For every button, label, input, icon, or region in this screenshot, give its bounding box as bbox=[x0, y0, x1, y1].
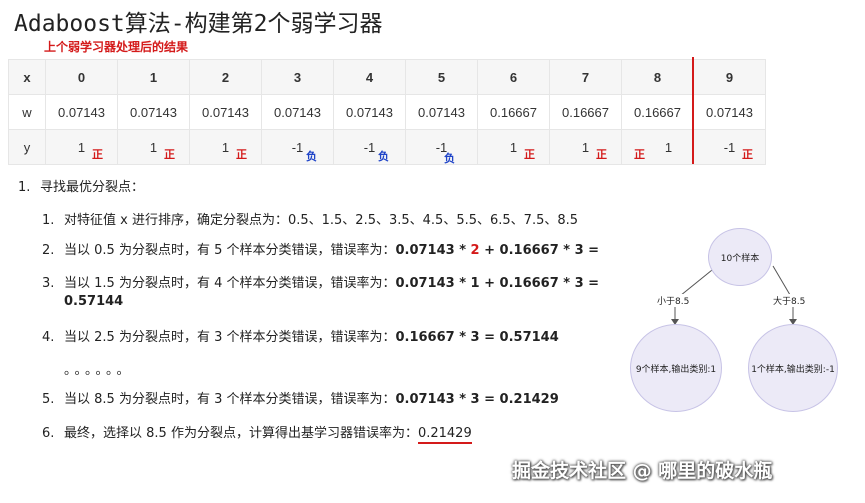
negative-tag: 负 bbox=[378, 151, 389, 163]
list-text: 最终，选择以 8.5 作为分裂点，计算得出基学习器错误率为： bbox=[64, 426, 418, 441]
negative-tag: 负 bbox=[444, 153, 455, 165]
positive-tag: 正 bbox=[236, 149, 247, 161]
formula: + 0.16667 * 3 = bbox=[479, 243, 600, 258]
cell-y: -1 负 bbox=[261, 129, 334, 165]
right-leaf-node: 1个样本,输出类别:-1 bbox=[748, 324, 838, 412]
y-value: -1 bbox=[723, 139, 736, 155]
formula: 0.57144 bbox=[64, 294, 124, 309]
list-number: 1. bbox=[42, 213, 55, 228]
list-number: 4. bbox=[42, 330, 55, 345]
cell-y: 1正 bbox=[117, 129, 190, 165]
table-row-y: y 1正 1正 1正 -1 负 -1 负 -1 负 1正 1正 1正 -1 正 bbox=[8, 129, 766, 165]
y-value: 1 bbox=[221, 139, 230, 155]
y-value: 1 bbox=[77, 139, 86, 155]
cell-x: 1 bbox=[117, 59, 190, 95]
positive-tag: 正 bbox=[524, 149, 535, 161]
left-edge-label: 小于8.5 bbox=[657, 294, 690, 307]
cell-y: 1正 bbox=[45, 129, 118, 165]
table-row-w: w 0.07143 0.07143 0.07143 0.07143 0.0714… bbox=[8, 94, 766, 130]
cell-y: 1正 bbox=[477, 129, 550, 165]
cell-y: 1正 bbox=[189, 129, 262, 165]
row-header-x: x bbox=[8, 59, 46, 95]
left-leaf-node: 9个样本,输出类别:1 bbox=[630, 324, 722, 412]
sample-table: x 0 1 2 3 4 5 6 7 8 9 w 0.07143 0.07143 … bbox=[8, 59, 766, 165]
positive-tag: 正 bbox=[92, 149, 103, 161]
list-item: 1. 寻找最优分裂点： bbox=[18, 176, 144, 195]
list-item: 5. 当以 8.5 为分裂点时，有 3 个样本分类错误，错误率为：0.07143 … bbox=[42, 388, 559, 407]
list-text: 对特征值 x 进行排序，确定分裂点为：0.5、1.5、2.5、3.5、4.5、5… bbox=[64, 213, 579, 228]
ellipsis-dots: 。。。。。。 bbox=[64, 363, 134, 378]
list-number: 5. bbox=[42, 392, 55, 407]
cell-x: 8 bbox=[621, 59, 694, 95]
list-text: 当以 1.5 为分裂点时，有 4 个样本分类错误，错误率为： bbox=[64, 276, 396, 291]
cell-x: 0 bbox=[45, 59, 118, 95]
cell-x: 2 bbox=[189, 59, 262, 95]
cell-x: 9 bbox=[693, 59, 766, 95]
positive-tag: 正 bbox=[596, 149, 607, 161]
cell-y: 1正 bbox=[549, 129, 622, 165]
formula: 0.16667 * 3 = 0.57144 bbox=[395, 330, 559, 345]
list-item: 4. 当以 2.5 为分裂点时，有 3 个样本分类错误，错误率为：0.16667 … bbox=[42, 326, 559, 345]
list-text: 当以 0.5 为分裂点时，有 5 个样本分类错误，错误率为： bbox=[64, 243, 396, 258]
row-header-y: y bbox=[8, 129, 46, 165]
y-value: 1 bbox=[664, 139, 673, 155]
cell-w: 0.16667 bbox=[477, 94, 550, 130]
cell-x: 7 bbox=[549, 59, 622, 95]
formula-highlight: 2 bbox=[470, 243, 480, 258]
positive-tag: 正 bbox=[634, 149, 645, 161]
list-number: 1. bbox=[18, 180, 31, 195]
row-header-w: w bbox=[8, 94, 46, 130]
list-item-continuation: 0.57144 bbox=[64, 294, 123, 309]
cell-y: -1 负 bbox=[405, 129, 478, 165]
formula: 0.07143 * 1 + 0.16667 * 3 = bbox=[395, 276, 600, 291]
list-item: 6. 最终，选择以 8.5 作为分裂点，计算得出基学习器错误率为：0.21429 bbox=[42, 422, 472, 444]
page-title: Adaboost算法-构建第2个弱学习器 bbox=[14, 11, 383, 37]
list-text: 当以 2.5 为分裂点时，有 3 个样本分类错误，错误率为： bbox=[64, 330, 396, 345]
list-item: 3. 当以 1.5 为分裂点时，有 4 个样本分类错误，错误率为：0.07143 … bbox=[42, 272, 599, 291]
cell-w: 0.07143 bbox=[261, 94, 334, 130]
cell-x: 6 bbox=[477, 59, 550, 95]
cell-w: 0.07143 bbox=[189, 94, 262, 130]
final-error-rate: 0.21429 bbox=[417, 426, 472, 444]
cell-w: 0.07143 bbox=[405, 94, 478, 130]
y-value: -1 bbox=[363, 139, 376, 155]
split-marker-line bbox=[692, 57, 694, 164]
cell-x: 5 bbox=[405, 59, 478, 95]
negative-tag: 负 bbox=[306, 151, 317, 163]
positive-tag: 正 bbox=[742, 149, 753, 161]
y-value: 1 bbox=[581, 139, 590, 155]
table-row-x: x 0 1 2 3 4 5 6 7 8 9 bbox=[8, 59, 766, 95]
list-text: 当以 8.5 为分裂点时，有 3 个样本分类错误，错误率为： bbox=[64, 392, 396, 407]
cell-w: 0.07143 bbox=[45, 94, 118, 130]
table-caption: 上个弱学习器处理后的结果 bbox=[44, 40, 189, 54]
cell-y: 1正 bbox=[621, 129, 694, 165]
cell-y: -1 正 bbox=[693, 129, 766, 165]
list-item: 1. 对特征值 x 进行排序，确定分裂点为：0.5、1.5、2.5、3.5、4.5… bbox=[42, 209, 578, 228]
formula: 0.07143 * 3 = 0.21429 bbox=[395, 392, 559, 407]
cell-w: 0.07143 bbox=[333, 94, 406, 130]
root-node: 10个样本 bbox=[708, 228, 772, 286]
formula: 0.07143 * bbox=[395, 243, 471, 258]
y-value: -1 bbox=[291, 139, 304, 155]
watermark: 掘金技术社区 @ 哪里的破水瓶 bbox=[512, 460, 773, 482]
right-edge-label: 大于8.5 bbox=[773, 294, 806, 307]
list-number: 2. bbox=[42, 243, 55, 258]
cell-x: 3 bbox=[261, 59, 334, 95]
positive-tag: 正 bbox=[164, 149, 175, 161]
cell-w: 0.16667 bbox=[549, 94, 622, 130]
y-value: 1 bbox=[149, 139, 158, 155]
cell-x: 4 bbox=[333, 59, 406, 95]
list-number: 6. bbox=[42, 426, 55, 441]
y-value: 1 bbox=[509, 139, 518, 155]
list-item: 2. 当以 0.5 为分裂点时，有 5 个样本分类错误，错误率为：0.07143 … bbox=[42, 239, 599, 258]
cell-w: 0.07143 bbox=[693, 94, 766, 130]
list-text: 寻找最优分裂点： bbox=[40, 180, 145, 195]
list-number: 3. bbox=[42, 276, 55, 291]
cell-w: 0.16667 bbox=[621, 94, 694, 130]
cell-w: 0.07143 bbox=[117, 94, 190, 130]
cell-y: -1 负 bbox=[333, 129, 406, 165]
